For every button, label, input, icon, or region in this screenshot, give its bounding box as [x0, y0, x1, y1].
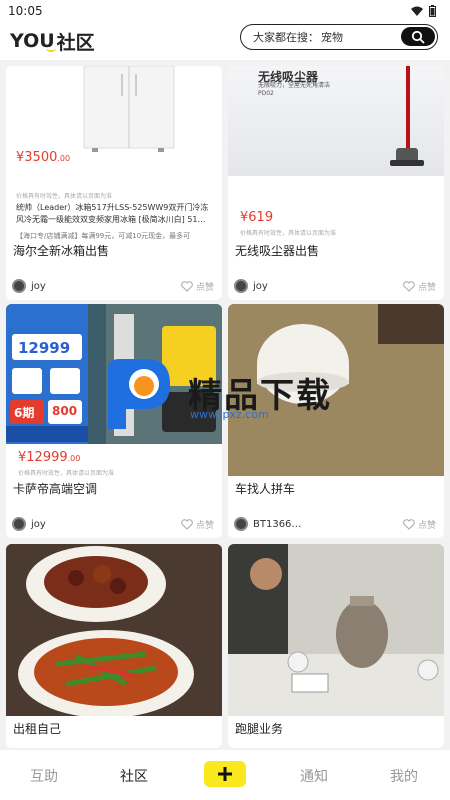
price-note: 价格具有时效性，具体请以页面为准 — [240, 230, 337, 237]
heart-icon — [181, 518, 193, 530]
post-image-fridge: ¥3500.00 — [6, 66, 222, 176]
heart-icon — [403, 280, 415, 292]
search-hint-label: 大家都在搜： — [253, 31, 319, 44]
post-image-aircon: 12999 6期 800 — [6, 304, 222, 444]
post-title: 车找人拼车 — [235, 482, 296, 496]
avatar — [12, 279, 26, 293]
post-author[interactable]: BT1366… — [234, 517, 301, 531]
heart-icon — [181, 280, 193, 292]
avatar — [234, 279, 248, 293]
price-main: ¥3500 — [16, 150, 58, 165]
search-hot-keyword: 宠物 — [321, 31, 343, 44]
post-title: 出租自己 — [13, 722, 62, 736]
price-note: 价格具有时效性，具体请以页面为准 — [16, 193, 113, 200]
post-author[interactable]: joy — [234, 279, 268, 293]
img-price: 12999 — [18, 339, 71, 357]
nav-community[interactable]: 社区 — [120, 766, 148, 786]
like-label: 点赞 — [417, 282, 436, 293]
post-author[interactable]: joy — [12, 517, 46, 531]
like-label: 点赞 — [417, 520, 436, 531]
logo-smile-mark — [46, 44, 56, 52]
author-name: joy — [31, 518, 46, 530]
search-bar[interactable]: 大家都在搜： 宠物 — [240, 24, 438, 50]
price-note: 价格具有时效性，具体请以页面为准 — [18, 470, 115, 477]
author-name: BT1366… — [253, 518, 302, 530]
author-name: joy — [253, 280, 268, 292]
search-icon — [411, 30, 425, 43]
post-price-fridge: ¥3500.00 — [16, 150, 70, 165]
wifi-icon — [411, 6, 423, 16]
product-desc: 统帅（Leader）冰箱517升LSS-525WW9双开门冷冻风冷无霜一级能效双… — [16, 203, 209, 224]
post-price-aircon: ¥12999.00 — [18, 450, 80, 465]
post-title: 无线吸尘器出售 — [235, 244, 320, 258]
like-button[interactable]: 点赞 — [403, 280, 436, 293]
logo-community: 社区 — [56, 31, 95, 54]
nav-help[interactable]: 互助 — [30, 766, 58, 786]
like-label: 点赞 — [195, 520, 214, 531]
bottom-nav: 互助 社区 通知 我的 — [0, 750, 450, 800]
app-header: YOU 社区 大家都在搜： 宠物 — [0, 22, 450, 60]
like-button[interactable]: 点赞 — [181, 518, 214, 531]
post-title: 卡萨帝高端空调 — [13, 482, 98, 496]
post-footer: joy 点赞 — [12, 515, 214, 533]
img-periods: 6期 — [14, 406, 35, 420]
post-image-vacuum: 无线吸尘器 无限吸力，全屋无死角清洁 PD02 — [228, 66, 444, 176]
post-price-vacuum: ¥619 — [240, 210, 274, 225]
like-button[interactable]: 点赞 — [181, 280, 214, 293]
price-cents: .00 — [67, 454, 81, 463]
status-bar: 10:05 — [0, 0, 450, 22]
post-image-errand — [228, 544, 444, 716]
price-main: ¥12999 — [18, 450, 68, 465]
post-title: 跑腿业务 — [235, 722, 284, 736]
promo-note: 【海口专/店铺满减】每满99元，可减10元现金，最多可 — [16, 232, 191, 240]
nav-notify[interactable]: 通知 — [300, 766, 328, 786]
post-card-errand[interactable]: 跑腿业务 — [228, 544, 444, 748]
community-feed[interactable]: ¥3500.00 价格具有时效性，具体请以页面为准 统帅（Leader）冰箱51… — [0, 62, 450, 748]
post-card-vacuum[interactable]: 无线吸尘器 无限吸力，全屋无死角清洁 PD02 ¥619 价格具有时效性，具体请… — [228, 66, 444, 300]
battery-icon — [429, 5, 436, 17]
like-button[interactable]: 点赞 — [403, 518, 436, 531]
post-footer: joy 点赞 — [12, 277, 214, 295]
post-title: 海尔全新冰箱出售 — [13, 244, 110, 258]
author-name: joy — [31, 280, 46, 292]
heart-icon — [403, 518, 415, 530]
nav-mine[interactable]: 我的 — [390, 766, 418, 786]
publish-button[interactable] — [204, 761, 246, 787]
post-card-aircon[interactable]: 12999 6期 800 ¥12999.00 价格具有时效性，具体请以页面为准 … — [6, 304, 222, 538]
like-label: 点赞 — [195, 282, 214, 293]
post-image-food — [6, 544, 222, 716]
status-time: 10:05 — [8, 4, 43, 18]
post-card-rent-self[interactable]: 出租自己 — [6, 544, 222, 748]
avatar — [12, 517, 26, 531]
post-card-carpool[interactable]: 车找人拼车 BT1366… 点赞 — [228, 304, 444, 538]
avatar — [234, 517, 248, 531]
post-footer: BT1366… 点赞 — [234, 515, 436, 533]
plus-icon — [218, 767, 232, 781]
app-logo: YOU 社区 — [10, 28, 95, 55]
search-button[interactable] — [401, 27, 435, 46]
post-author[interactable]: joy — [12, 279, 46, 293]
price-cents: .00 — [57, 154, 71, 163]
post-card-fridge[interactable]: ¥3500.00 价格具有时效性，具体请以页面为准 统帅（Leader）冰箱51… — [6, 66, 222, 300]
status-icons — [411, 5, 436, 17]
img-amount: 800 — [52, 404, 78, 418]
post-image-carpool — [228, 304, 444, 476]
post-footer: joy 点赞 — [234, 277, 436, 295]
